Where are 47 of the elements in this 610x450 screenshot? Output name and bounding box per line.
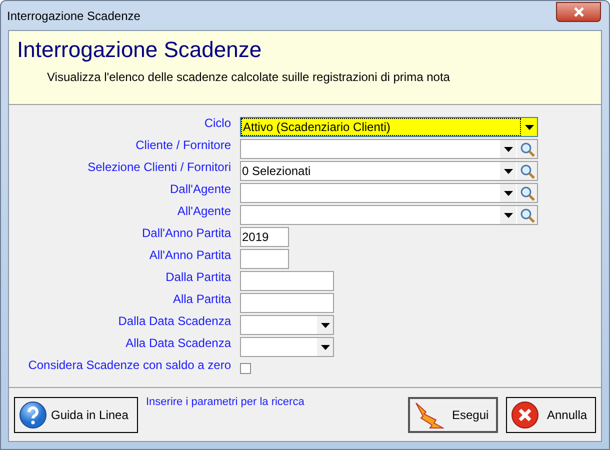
search-icon[interactable] [520, 164, 534, 178]
search-icon[interactable] [520, 208, 534, 222]
cancel-button[interactable]: Annulla [506, 396, 596, 432]
close-button[interactable] [556, 2, 601, 22]
input-field[interactable] [240, 249, 289, 269]
field-label: Cliente / Fornitore [134, 138, 232, 152]
header-subtitle: Visualizza l'elenco delle scadenze calcolate suille registrazioni di prima nota [46, 69, 451, 86]
field-label: All'Agente [176, 204, 232, 218]
checkbox[interactable] [240, 363, 251, 374]
caret-icon[interactable] [320, 322, 330, 328]
window-title: Interrogazione Scadenze [7, 8, 140, 24]
field-label: Selezione Clienti / Fornitori [86, 160, 232, 174]
caret-icon[interactable] [504, 212, 512, 218]
dropdown-field[interactable] [240, 337, 334, 357]
field-label: Alla Data Scadenza [124, 336, 232, 350]
dropdown-field[interactable] [240, 315, 334, 335]
close-icon [511, 400, 539, 428]
help-button[interactable]: Guida in Linea [14, 396, 138, 432]
field-label: Dalla Partita [164, 270, 232, 284]
input-field[interactable] [240, 293, 334, 313]
caret-icon[interactable] [524, 124, 534, 130]
caret-icon[interactable] [320, 344, 330, 350]
input-field[interactable] [240, 271, 334, 291]
dropdown-field[interactable]: Attivo (Scadenziario Clienti) [240, 117, 538, 137]
dropdown-field[interactable] [240, 183, 538, 203]
field-label: Dalla Data Scadenza [117, 314, 232, 328]
field-label: Alla Partita [172, 292, 232, 306]
dropdown-field[interactable] [240, 205, 538, 225]
question-icon [19, 400, 47, 428]
caret-icon[interactable] [504, 146, 512, 152]
input-field[interactable]: 2019 [240, 227, 289, 247]
field-label: Dall'Anno Partita [140, 226, 232, 240]
field-label: All'Anno Partita [148, 248, 232, 262]
field-label: Ciclo [203, 116, 232, 130]
caret-icon[interactable] [504, 168, 512, 174]
field-label: Considera Scadenze con saldo a zero [27, 358, 232, 372]
run-button[interactable]: Esegui [408, 396, 498, 432]
lightning-arrow-icon [414, 400, 444, 430]
search-icon[interactable] [520, 142, 534, 156]
search-icon[interactable] [520, 186, 534, 200]
close-icon [572, 6, 584, 16]
hint-text: Inserire i parametri per la ricerca [146, 395, 306, 410]
field-label: Dall'Agente [169, 182, 232, 196]
dropdown-field[interactable]: 0 Selezionati [240, 161, 538, 181]
header-title: Interrogazione Scadenze [17, 36, 263, 64]
dropdown-field[interactable] [240, 139, 538, 159]
caret-icon[interactable] [504, 190, 512, 196]
